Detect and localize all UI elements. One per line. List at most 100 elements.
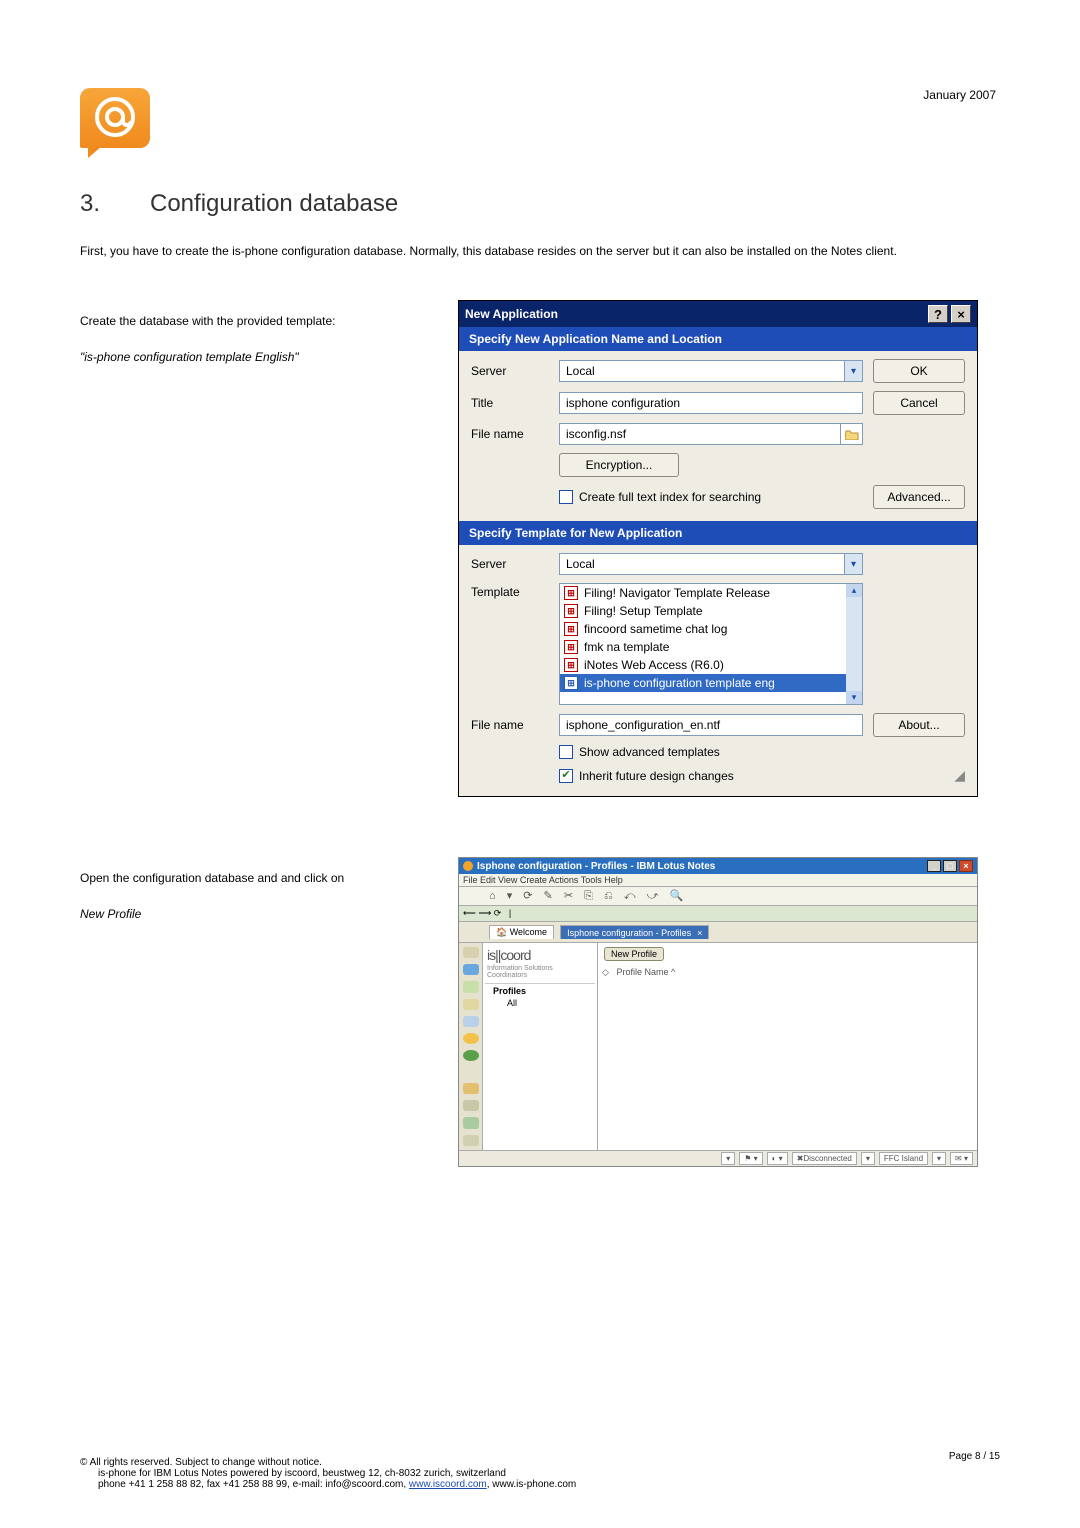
close-icon[interactable]: × [959, 860, 973, 872]
inherit-checkbox-row[interactable]: Inherit future design changes [559, 769, 863, 783]
new-profile-button[interactable]: New Profile [604, 947, 664, 961]
template-server-dropdown[interactable]: Local ▾ [559, 553, 863, 575]
tab-close-icon[interactable]: × [697, 928, 702, 938]
iconbar-icon[interactable] [463, 964, 479, 975]
maximize-icon[interactable]: □ [943, 860, 957, 872]
fulltext-checkbox-row[interactable]: Create full text index for searching [559, 490, 863, 504]
iconbar-icon[interactable] [463, 981, 479, 992]
tab-welcome[interactable]: 🏠 Welcome [489, 925, 554, 939]
template-row-label: iNotes Web Access (R6.0) [584, 658, 724, 672]
status-seg: ⚑ ▾ [739, 1152, 762, 1165]
scrollbar[interactable]: ▴ ▾ [846, 584, 862, 704]
lotus-notes-screenshot: Isphone configuration - Profiles - IBM L… [458, 857, 978, 1167]
lotus-title-text: Isphone configuration - Profiles - IBM L… [477, 861, 715, 872]
lotus-title-bar: Isphone configuration - Profiles - IBM L… [459, 858, 977, 874]
label-template: Template [471, 583, 549, 599]
template-icon: ⊞ [564, 658, 578, 672]
create-text: Create the database with the provided te… [80, 312, 440, 330]
iconbar-icon[interactable] [463, 1117, 479, 1128]
status-seg: ▾ [721, 1152, 735, 1165]
minimize-icon[interactable]: _ [927, 860, 941, 872]
footer-link[interactable]: www.iscoord.com [409, 1479, 487, 1490]
template-icon: ⊞ [564, 640, 578, 654]
lotus-menu-bar[interactable]: File Edit View Create Actions Tools Help [459, 874, 977, 887]
section-title: Configuration database [150, 190, 398, 217]
footer-copyright: © All rights reserved. Subject to change… [80, 1457, 1000, 1468]
side-all[interactable]: All [485, 998, 595, 1008]
template-filename-input[interactable]: isphone_configuration_en.ntf [559, 714, 863, 736]
status-seg: ▾ [932, 1152, 946, 1165]
filename-input[interactable]: isconfig.nsf [559, 423, 863, 445]
advanced-button[interactable]: Advanced... [873, 485, 965, 509]
chevron-down-icon: ▾ [846, 691, 862, 704]
show-advanced-checkbox-row[interactable]: Show advanced templates [559, 745, 863, 759]
template-icon: ⊞ [564, 622, 578, 636]
template-row[interactable]: ⊞Filing! Setup Template [560, 602, 862, 620]
checkbox-icon [559, 745, 573, 759]
status-seg: ◐ ▾ [767, 1152, 788, 1165]
template-icon: ⊞ [564, 586, 578, 600]
column-header[interactable]: ◇ Profile Name ^ [598, 967, 977, 978]
lotus-iconbar[interactable] [459, 943, 483, 1163]
label-server: Server [471, 364, 549, 378]
show-advanced-label: Show advanced templates [579, 745, 720, 759]
help-icon[interactable]: ? [928, 305, 948, 323]
tab-welcome-label: Welcome [510, 927, 547, 937]
side-profiles[interactable]: Profiles [485, 984, 595, 998]
iconbar-icon[interactable] [463, 1050, 479, 1061]
ok-button[interactable]: OK [873, 359, 965, 383]
section-heading: 3.Configuration database [80, 80, 1000, 218]
template-row-label: Filing! Setup Template [584, 604, 703, 618]
new-profile-text: New Profile [80, 905, 440, 923]
cancel-button[interactable]: Cancel [873, 391, 965, 415]
chevron-down-icon: ▾ [844, 554, 862, 574]
inherit-label: Inherit future design changes [579, 769, 734, 783]
server-dropdown[interactable]: Local ▾ [559, 360, 863, 382]
encryption-button[interactable]: Encryption... [559, 453, 679, 477]
open-text: Open the configuration database and and … [80, 869, 440, 887]
tab-config-label: Isphone configuration - Profiles [567, 928, 691, 938]
template-row-label: is-phone configuration template eng [584, 676, 775, 690]
section-header-template: Specify Template for New Application [459, 521, 977, 545]
dialog-title-text: New Application [465, 307, 925, 321]
template-row-selected[interactable]: ⊞is-phone configuration template eng [560, 674, 862, 692]
lotus-toolbar[interactable]: ⌂ ▾ ⟳ ✎ ✂ ⎘ ⎌ ⤺ ⤻ 🔍 [459, 887, 977, 906]
template-list[interactable]: ⊞Filing! Navigator Template Release ⊞Fil… [559, 583, 863, 705]
iconbar-icon[interactable] [463, 1135, 479, 1146]
checkbox-icon [559, 490, 573, 504]
template-row[interactable]: ⊞fmk na template [560, 638, 862, 656]
about-button[interactable]: About... [873, 713, 965, 737]
template-row[interactable]: ⊞ Filing! Navigator Template Release [560, 584, 862, 602]
filename-value: isconfig.nsf [560, 427, 840, 441]
iconbar-icon[interactable] [463, 1083, 479, 1094]
template-row-label: Filing! Navigator Template Release [584, 586, 770, 600]
status-seg: ✉ ▾ [950, 1152, 973, 1165]
iconbar-icon[interactable] [463, 999, 479, 1010]
dialog-title-bar: New Application ? × [459, 301, 977, 327]
chevron-down-icon: ▾ [844, 361, 862, 381]
title-value: isphone configuration [560, 396, 862, 410]
template-filename-value: isphone_configuration_en.ntf [560, 718, 862, 732]
folder-icon[interactable] [840, 424, 862, 444]
iconbar-icon[interactable] [463, 1033, 479, 1044]
title-input[interactable]: isphone configuration [559, 392, 863, 414]
footer-line2: is-phone for IBM Lotus Notes powered by … [80, 1468, 1000, 1479]
tab-config[interactable]: Isphone configuration - Profiles × [560, 925, 709, 939]
server-value: Local [560, 364, 844, 378]
template-name-text: "is-phone configuration template English… [80, 348, 440, 366]
footer-line3: phone +41 1 258 88 82, fax +41 258 88 99… [80, 1479, 1000, 1490]
status-island: FFC Island [879, 1152, 928, 1165]
iconbar-icon[interactable] [463, 1100, 479, 1111]
lotus-main-area: New Profile ◇ Profile Name ^ [598, 943, 977, 1163]
label-server-2: Server [471, 557, 549, 571]
brand-text: is||coord [487, 947, 530, 963]
section-number: 3. [80, 190, 150, 218]
footer: © All rights reserved. Subject to change… [80, 1457, 1000, 1490]
close-icon[interactable]: × [951, 305, 971, 323]
template-row[interactable]: ⊞fincoord sametime chat log [560, 620, 862, 638]
lotus-side-panel: is||coord Information Solutions Coordina… [483, 943, 598, 1163]
iconbar-icon[interactable] [463, 947, 479, 958]
iconbar-icon[interactable] [463, 1016, 479, 1027]
template-row[interactable]: ⊞ iNotes Web Access (R6.0) [560, 656, 862, 674]
lotus-nav-bar[interactable]: ⟵ ⟶ ⟳ | [459, 906, 977, 922]
